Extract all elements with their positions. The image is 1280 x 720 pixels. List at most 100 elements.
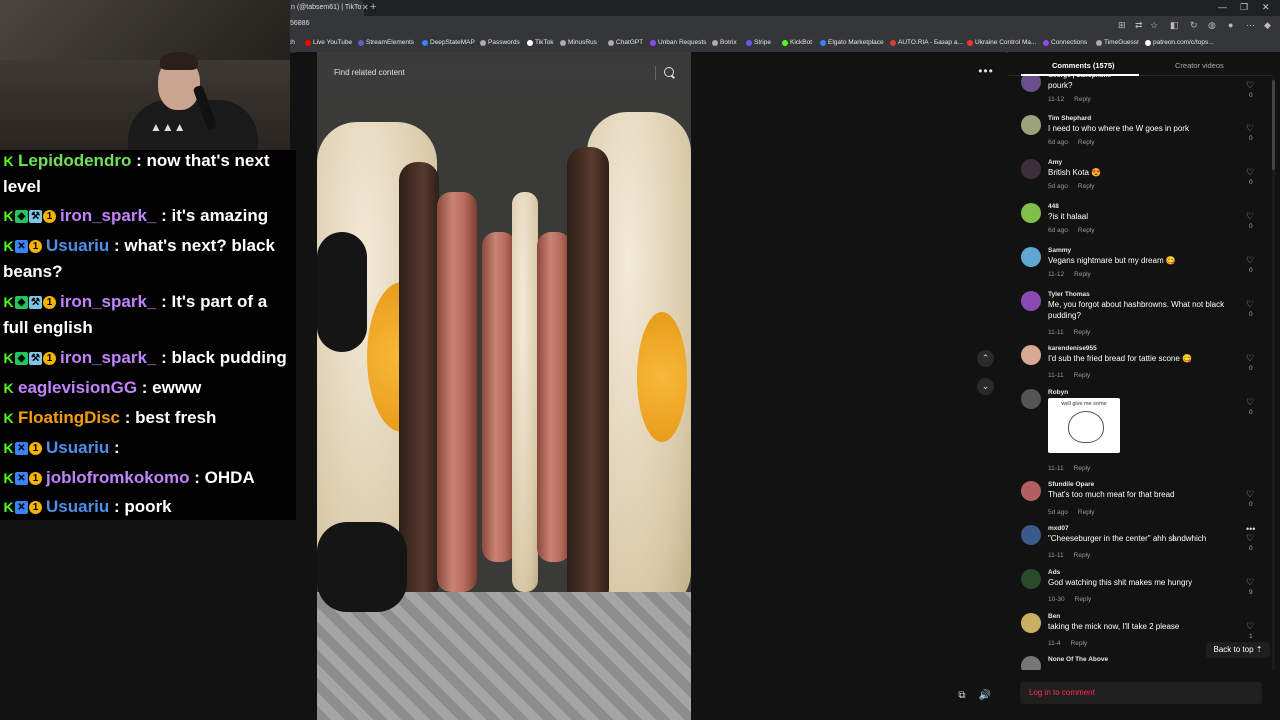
reply-button[interactable]: Reply <box>1078 183 1095 190</box>
bookmark-item[interactable]: Unban Requests <box>650 39 706 46</box>
heart-icon[interactable]: ♡ <box>1246 299 1254 310</box>
chat-username[interactable]: iron_spark_ <box>60 348 156 367</box>
new-tab-icon[interactable]: + <box>370 1 376 13</box>
heart-icon[interactable]: ♡ <box>1246 123 1254 134</box>
heart-icon[interactable]: ♡ <box>1246 167 1254 178</box>
install-icon[interactable]: ⊞ <box>1118 20 1126 31</box>
tab-comments[interactable]: Comments (1575) <box>1052 61 1115 70</box>
comment-author[interactable]: Robyn <box>1048 389 1068 396</box>
reply-button[interactable]: Reply <box>1078 509 1095 516</box>
login-bar[interactable]: Log in to comment <box>1020 682 1262 704</box>
chat-username[interactable]: Usuariu <box>46 236 109 255</box>
heart-icon[interactable]: ♡ <box>1246 211 1254 222</box>
comment-author[interactable]: None Of The Above <box>1048 656 1108 663</box>
comment-author[interactable]: mxd07 <box>1048 525 1069 532</box>
bookmark-item[interactable]: patreon.com/c/tops... <box>1145 39 1214 46</box>
chat-username[interactable]: iron_spark_ <box>60 292 156 311</box>
window-close-icon[interactable]: ✕ <box>1262 2 1270 13</box>
close-icon[interactable]: ✕ <box>362 3 369 12</box>
heart-icon[interactable]: ♡ <box>1246 489 1254 500</box>
pip-icon[interactable]: ⧉ <box>955 689 969 703</box>
chat-username[interactable]: iron_spark_ <box>60 206 156 225</box>
profile-icon[interactable]: ● <box>1228 20 1233 30</box>
avatar[interactable] <box>1021 569 1041 589</box>
avatar[interactable] <box>1021 345 1041 365</box>
reply-button[interactable]: Reply <box>1074 96 1091 103</box>
bookmark-item[interactable]: DeepStateMAP <box>422 39 475 46</box>
bookmark-item[interactable]: Elgato Marketplace <box>820 39 884 46</box>
video-player[interactable] <box>317 52 691 720</box>
reply-button[interactable]: Reply <box>1074 552 1091 559</box>
translate-icon[interactable]: ⇄ <box>1135 20 1143 31</box>
bookmark-item[interactable]: TimeGuessr <box>1096 39 1139 46</box>
avatar[interactable] <box>1021 525 1041 545</box>
extension-icon[interactable]: ◍ <box>1208 20 1216 31</box>
bookmark-item[interactable]: Ukraine Control Ma... <box>967 39 1036 46</box>
avatar[interactable] <box>1021 115 1041 135</box>
avatar[interactable] <box>1021 76 1041 92</box>
avatar[interactable] <box>1021 656 1041 670</box>
url-field[interactable]: 56886 <box>290 20 309 27</box>
bookmark-item[interactable]: Stripe <box>746 39 771 46</box>
comment-author[interactable]: Tyler Thomas <box>1048 291 1090 298</box>
menu-icon[interactable]: ⋯ <box>1246 20 1255 31</box>
reply-button[interactable]: Reply <box>1074 271 1091 278</box>
minimize-icon[interactable]: — <box>1218 2 1227 12</box>
avatar[interactable] <box>1021 291 1041 311</box>
heart-icon[interactable]: ♡ <box>1246 397 1254 408</box>
reply-button[interactable]: Reply <box>1075 596 1092 603</box>
heart-icon[interactable]: ♡ <box>1246 353 1254 364</box>
comment-author[interactable]: Ben <box>1048 613 1060 620</box>
comment-author[interactable]: 448 <box>1048 203 1059 210</box>
bookmark-item[interactable]: TikTok <box>527 39 554 46</box>
chat-username[interactable]: Lepidodendro <box>18 151 131 170</box>
more-options-icon[interactable]: ••• <box>976 64 996 80</box>
chat-username[interactable]: Usuariu <box>46 497 109 516</box>
tab-creator-videos[interactable]: Creator videos <box>1175 61 1224 70</box>
comment-author[interactable]: Sfundile Opare <box>1048 481 1094 488</box>
next-video-icon[interactable]: ⌄ <box>977 378 994 395</box>
reply-button[interactable]: Reply <box>1078 227 1095 234</box>
bookmark-item[interactable]: Botrix <box>712 39 737 46</box>
reply-button[interactable]: Reply <box>1078 139 1095 146</box>
bookmark-item[interactable]: KickBot <box>782 39 812 46</box>
browser-tab[interactable]: n (@tabsem61) | TikTo <box>288 0 364 16</box>
restore-icon[interactable]: ❐ <box>1240 2 1248 13</box>
chat-username[interactable]: joblofromkokomo <box>46 468 190 487</box>
search-bar[interactable]: Find related content <box>324 62 684 84</box>
avatar[interactable] <box>1021 159 1041 179</box>
previous-video-icon[interactable]: ⌃ <box>977 350 994 367</box>
chat-username[interactable]: Usuariu <box>46 438 109 457</box>
bookmark-item[interactable]: Passwords <box>480 39 520 46</box>
scrollbar-thumb[interactable] <box>1272 80 1275 170</box>
bookmark-item[interactable]: Live YouTube <box>305 39 352 46</box>
copilot-icon[interactable]: ◆ <box>1264 20 1271 31</box>
bookmark-item[interactable]: MinusRus <box>560 39 597 46</box>
refresh-icon[interactable]: ↻ <box>1190 20 1198 31</box>
bookmark-star-icon[interactable]: ☆ <box>1150 20 1158 31</box>
comment-author[interactable]: Amy <box>1048 159 1062 166</box>
heart-icon[interactable]: ♡ <box>1246 577 1254 588</box>
chat-username[interactable]: eaglevisionGG <box>18 378 137 397</box>
avatar[interactable] <box>1021 203 1041 223</box>
reply-button[interactable]: Reply <box>1074 372 1091 379</box>
reply-button[interactable]: Reply <box>1074 465 1091 472</box>
back-to-top-button[interactable]: Back to top ⇡ <box>1206 642 1270 658</box>
volume-icon[interactable]: 🔊 <box>978 689 992 703</box>
heart-icon[interactable]: ♡ <box>1246 80 1254 91</box>
bookmark-item[interactable]: StreamElements <box>358 39 414 46</box>
bookmark-item[interactable]: AUTO.RIA - Базар а... <box>890 39 963 46</box>
comment-author[interactable]: karendenise955 <box>1048 345 1097 352</box>
bookmark-item[interactable]: ChatGPT <box>608 39 643 46</box>
comment-author[interactable]: Ads <box>1048 569 1060 576</box>
avatar[interactable] <box>1021 613 1041 633</box>
avatar[interactable] <box>1021 389 1041 409</box>
heart-icon[interactable]: ♡ <box>1246 255 1254 266</box>
search-input[interactable]: Find related content <box>334 68 405 77</box>
comment-author[interactable]: Sammy <box>1048 247 1071 254</box>
search-icon[interactable] <box>664 67 674 77</box>
extensions-icon[interactable]: ◧ <box>1170 20 1179 31</box>
comment-author[interactable]: George | Saxophone <box>1048 76 1111 79</box>
avatar[interactable] <box>1021 481 1041 501</box>
login-link[interactable]: Log in to comment <box>1029 688 1095 697</box>
